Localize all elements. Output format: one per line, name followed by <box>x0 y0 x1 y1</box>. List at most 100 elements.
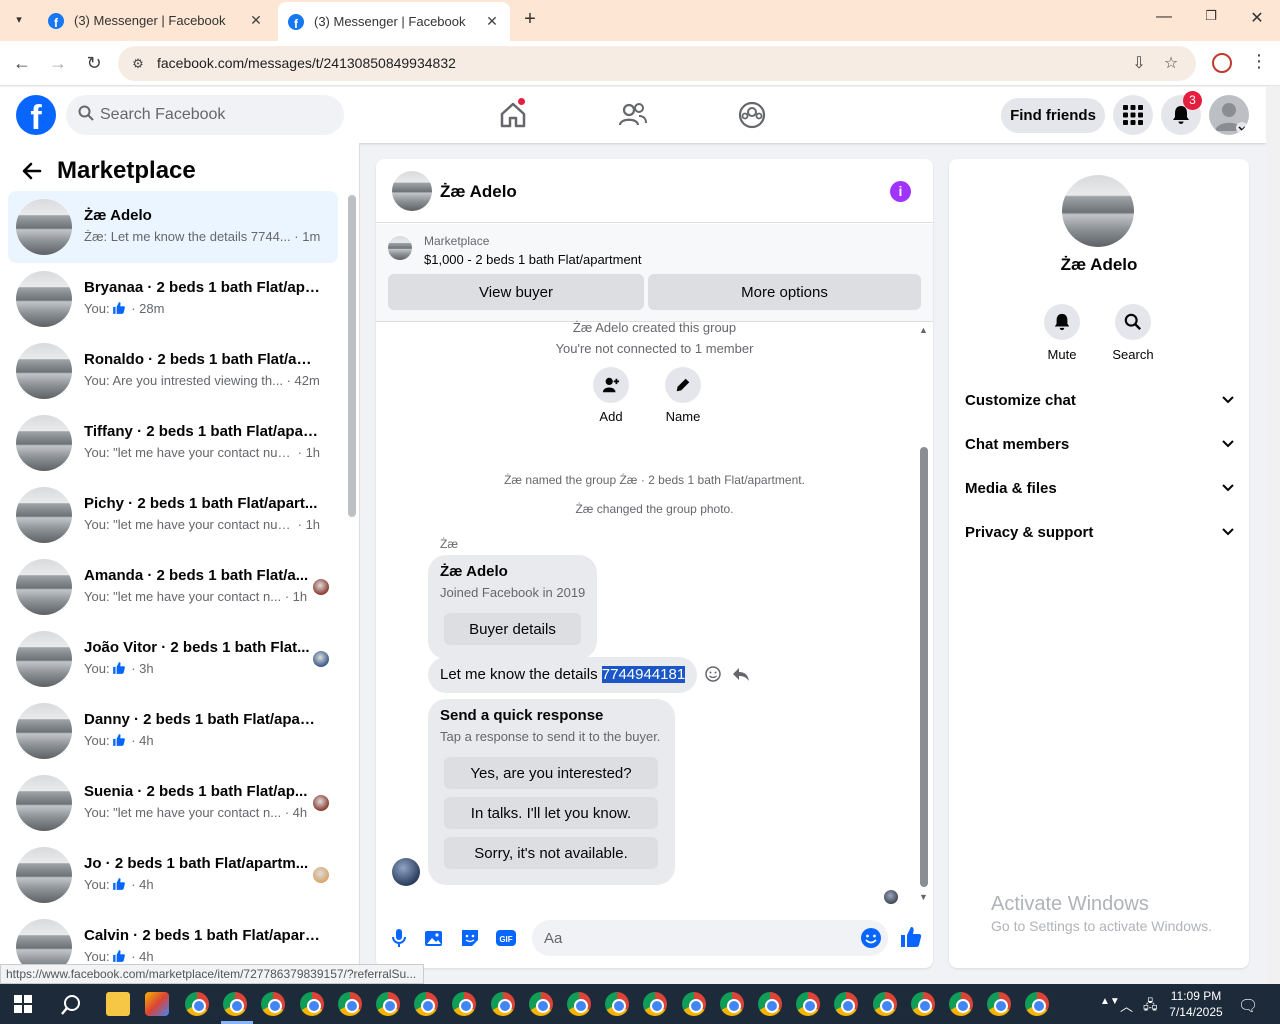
new-tab-button[interactable]: + <box>518 8 542 32</box>
name-group-button[interactable]: Name <box>653 367 713 424</box>
search-conversation-button[interactable]: Search <box>1103 304 1163 362</box>
chrome-taskbar-icon[interactable] <box>910 992 935 1016</box>
browser-tab-2-active[interactable]: f (3) Messenger | Facebook ✕ <box>278 2 510 41</box>
chat-list-item[interactable]: Amanda · 2 beds 1 bath Flat/a... You: "le… <box>8 551 338 623</box>
profile-icon[interactable] <box>1212 53 1232 73</box>
paint-app-icon[interactable] <box>145 992 169 1016</box>
chrome-taskbar-icon[interactable] <box>490 992 515 1016</box>
tab-search-dropdown[interactable]: ▾ <box>8 8 30 30</box>
chat-list-item[interactable]: Jo · 2 beds 1 bath Flat/apartm... You: · … <box>8 839 338 911</box>
chrome-taskbar-icon[interactable] <box>1025 992 1050 1016</box>
minimize-button[interactable]: — <box>1149 8 1179 32</box>
chrome-taskbar-icon[interactable] <box>376 992 400 1016</box>
sticker-icon[interactable] <box>459 927 481 949</box>
chrome-taskbar-icon[interactable] <box>337 992 362 1016</box>
chrome-menu-icon[interactable]: ⋮ <box>1250 51 1268 72</box>
chrome-taskbar-icon[interactable] <box>605 992 630 1016</box>
chat-list-item[interactable]: Pichy · 2 beds 1 bath Flat/apart... You: … <box>8 479 338 551</box>
chrome-taskbar-icon[interactable] <box>299 992 324 1016</box>
chrome-taskbar-icon[interactable] <box>185 992 209 1016</box>
browser-tab-1[interactable]: f (3) Messenger | Facebook ✕ <box>38 0 274 41</box>
groups-icon[interactable] <box>736 99 768 131</box>
chrome-taskbar-icon[interactable] <box>643 992 668 1016</box>
chat-list-item[interactable]: Tiffany · 2 beds 1 bath Flat/apart... You… <box>8 407 338 479</box>
info-icon[interactable]: i <box>890 181 911 202</box>
windows-start-icon[interactable] <box>14 995 32 1013</box>
quick-response-button[interactable]: Yes, are you interested? <box>444 757 658 789</box>
gif-icon[interactable]: GIF <box>495 927 517 949</box>
scroll-down-arrow-icon[interactable]: ▼ <box>919 892 928 902</box>
chrome-taskbar-icon[interactable] <box>987 992 1012 1016</box>
photo-icon[interactable] <box>423 927 445 949</box>
listing-title[interactable]: $1,000 - 2 beds 1 bath Flat/apartment <box>424 252 642 267</box>
chat-list-item[interactable]: Danny · 2 beds 1 bath Flat/apart... You: … <box>8 695 338 767</box>
mute-button[interactable]: Mute <box>1032 304 1092 362</box>
chat-list-item[interactable]: Żæ Adelo Żæ: Let me know the details 7744… <box>8 191 338 263</box>
chat-list-item[interactable]: Suenia · 2 beds 1 bath Flat/ap... You: "l… <box>8 767 338 839</box>
emoji-react-icon[interactable] <box>704 665 722 683</box>
bookmark-star-icon[interactable]: ☆ <box>1160 53 1182 75</box>
more-options-button[interactable]: More options <box>648 274 921 310</box>
chrome-taskbar-icon[interactable] <box>796 992 821 1016</box>
notification-center-icon[interactable]: 🗨 <box>1238 996 1258 1016</box>
restore-button[interactable]: ❐ <box>1196 8 1226 32</box>
chrome-taskbar-icon[interactable] <box>949 992 973 1016</box>
chat-list-item[interactable]: João Vitor · 2 beds 1 bath Flat... You: ·… <box>8 623 338 695</box>
chrome-taskbar-icon[interactable] <box>719 992 744 1016</box>
privacy-support-row[interactable]: Privacy & support <box>965 510 1235 554</box>
url-text[interactable]: facebook.com/messages/t/2413085084993483… <box>157 55 456 71</box>
like-thumb-icon[interactable] <box>899 925 923 949</box>
find-friends-button[interactable]: Find friends <box>1001 98 1105 133</box>
highlighted-phone-number[interactable]: 7744944181 <box>601 666 686 683</box>
site-info-icon[interactable]: ⚙ <box>128 54 148 74</box>
page-scrollbar[interactable] <box>1266 87 1280 984</box>
friends-icon[interactable] <box>617 99 649 131</box>
chrome-taskbar-icon[interactable] <box>261 992 286 1016</box>
conversation-title[interactable]: Żæ Adelo <box>440 182 517 202</box>
media-files-row[interactable]: Media & files <box>965 466 1235 510</box>
chat-members-row[interactable]: Chat members <box>965 422 1235 466</box>
reload-icon[interactable]: ↻ <box>82 52 106 76</box>
reply-icon[interactable] <box>732 665 750 683</box>
close-tab-icon[interactable]: ✕ <box>246 12 266 29</box>
message-input[interactable] <box>544 920 844 956</box>
buyer-details-button[interactable]: Buyer details <box>444 613 581 645</box>
taskbar-search-icon[interactable] <box>60 994 82 1016</box>
menu-grid-button[interactable] <box>1113 95 1153 135</box>
clock[interactable]: 11:09 PM 7/14/2025 <box>1166 988 1226 1020</box>
show-hidden-icons-chevron-icon[interactable]: ︿ <box>1120 996 1133 1015</box>
group-avatar[interactable] <box>1062 175 1134 247</box>
chrome-taskbar-icon[interactable] <box>567 992 591 1016</box>
view-buyer-button[interactable]: View buyer <box>388 274 644 310</box>
back-arrow-icon[interactable] <box>20 159 44 183</box>
notifications-button[interactable]: 3 <box>1161 91 1202 135</box>
chrome-taskbar-icon[interactable] <box>528 992 553 1016</box>
add-member-button[interactable]: Add <box>581 367 641 424</box>
listing-thumbnail[interactable] <box>388 236 412 260</box>
emoji-icon[interactable] <box>860 927 882 949</box>
quick-response-button[interactable]: Sorry, it's not available. <box>444 837 658 869</box>
thread-scrollbar[interactable] <box>920 447 928 887</box>
chat-list-item[interactable]: Ronaldo · 2 beds 1 bath Flat/apa... You: … <box>8 335 338 407</box>
chrome-taskbar-icon[interactable] <box>223 992 248 1016</box>
facebook-logo-icon[interactable]: f <box>16 95 56 135</box>
microphone-icon[interactable] <box>388 927 410 949</box>
back-arrow-icon[interactable]: ← <box>10 52 34 76</box>
chat-list-scrollbar[interactable] <box>348 195 356 517</box>
conversation-avatar[interactable] <box>392 171 432 211</box>
scroll-up-arrow-icon[interactable]: ▲ <box>919 325 928 335</box>
chrome-taskbar-icon[interactable] <box>758 992 782 1016</box>
taskbar-scroll-icon[interactable]: ▲▼ <box>1100 996 1120 1007</box>
chrome-taskbar-icon[interactable] <box>452 992 477 1016</box>
search-input[interactable] <box>100 95 330 135</box>
close-window-button[interactable]: ✕ <box>1242 8 1272 32</box>
chrome-taskbar-icon[interactable] <box>414 992 439 1016</box>
install-app-icon[interactable]: ⇩ <box>1128 53 1150 75</box>
chat-list-item[interactable]: Bryanaa · 2 beds 1 bath Flat/apa... You: … <box>8 263 338 335</box>
close-tab-icon[interactable]: ✕ <box>482 13 502 30</box>
home-icon[interactable] <box>497 97 529 131</box>
quick-response-button[interactable]: In talks. I'll let you know. <box>444 797 658 829</box>
customize-chat-row[interactable]: Customize chat <box>965 378 1235 422</box>
facebook-search[interactable] <box>66 95 344 135</box>
network-icon[interactable]: 🖧 <box>1143 996 1158 1018</box>
